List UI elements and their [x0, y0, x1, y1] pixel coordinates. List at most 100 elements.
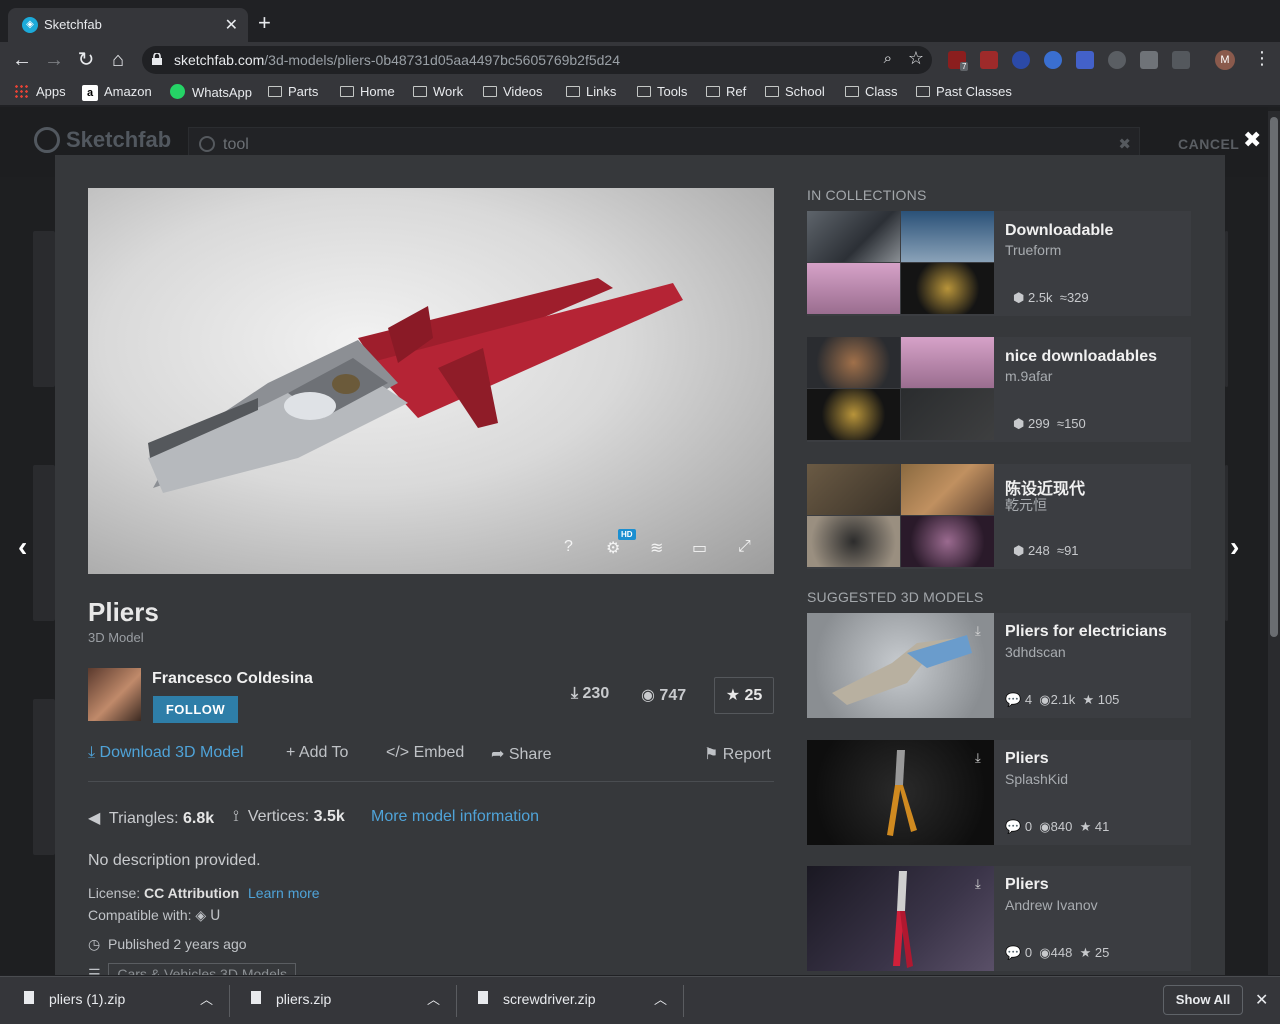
- collection-thumbnail: [901, 516, 994, 567]
- collection-follower-count: 329: [1066, 290, 1089, 305]
- report-button[interactable]: ⚑ Report: [704, 744, 771, 764]
- bookmark-videos[interactable]: Videos: [483, 84, 543, 99]
- suggested-model-card[interactable]: ⤓ Pliers for electricians 3dhdscan 💬 4 ◉…: [807, 613, 1191, 718]
- page-scrollbar[interactable]: [1268, 111, 1280, 975]
- bookmark-whatsapp[interactable]: WhatsApp: [170, 84, 252, 100]
- settings-gear-icon[interactable]: ⚙: [606, 538, 620, 558]
- extension-icon-8[interactable]: [1172, 51, 1190, 69]
- extension-icon-6[interactable]: [1108, 51, 1126, 69]
- cancel-search-button[interactable]: CANCEL: [1178, 136, 1239, 152]
- background-card: [1225, 231, 1228, 387]
- download-item[interactable]: pliers (1).zip ︿: [24, 985, 224, 1017]
- share-button[interactable]: ➦ Share: [491, 744, 552, 764]
- browser-menu-icon[interactable]: ⋮: [1253, 48, 1271, 69]
- home-icon[interactable]: ⌂: [106, 48, 130, 72]
- fullscreen-icon[interactable]: ⤢: [738, 538, 751, 556]
- bookmarks-bar: Apps a Amazon WhatsApp Parts Home Work Vi…: [0, 78, 1280, 106]
- background-card: [33, 699, 55, 855]
- compatible-label: Compatible with:: [88, 907, 192, 923]
- forward-icon[interactable]: →: [42, 48, 66, 72]
- view-count-value: 747: [659, 687, 687, 704]
- embed-button[interactable]: </> Embed: [386, 744, 464, 762]
- extension-icon-2[interactable]: [980, 51, 998, 69]
- browser-tab[interactable]: ◈ Sketchfab ✕: [8, 8, 248, 42]
- back-icon[interactable]: ←: [10, 48, 34, 72]
- help-icon[interactable]: ?: [564, 538, 573, 556]
- tab-close-icon[interactable]: ✕: [225, 15, 238, 35]
- bookmark-apps[interactable]: Apps: [14, 84, 66, 99]
- bookmark-links[interactable]: Links: [566, 84, 616, 99]
- layers-icon[interactable]: ≋: [650, 538, 663, 558]
- bookmark-home[interactable]: Home: [340, 84, 395, 99]
- bookmark-star-icon[interactable]: ☆: [908, 48, 924, 69]
- folder-icon: [340, 86, 354, 97]
- download-item[interactable]: pliers.zip ︿: [251, 985, 451, 1017]
- collection-card[interactable]: 陈设近现代 乾元恒 ⬢ 248 ≈91: [807, 464, 1191, 569]
- collection-card[interactable]: nice downloadables m.9afar ⬢ 299 ≈150: [807, 337, 1191, 442]
- camera-extension-icon[interactable]: [1140, 51, 1158, 69]
- star-icon: ★: [1082, 692, 1095, 707]
- show-all-downloads-button[interactable]: Show All: [1163, 985, 1243, 1015]
- bookmark-past-classes[interactable]: Past Classes: [916, 84, 1012, 99]
- embed-label: Embed: [413, 744, 465, 761]
- clear-search-icon[interactable]: ✖: [1118, 135, 1131, 153]
- model-type: 3D Model: [88, 630, 144, 645]
- url-host: sketchfab.com: [174, 52, 265, 68]
- suggested-model-card[interactable]: ⤓ Pliers SplashKid 💬 0 ◉840 ★ 41: [807, 740, 1191, 845]
- learn-more-link[interactable]: Learn more: [248, 885, 320, 901]
- next-model-arrow-icon[interactable]: ›: [1230, 531, 1239, 563]
- collection-thumbnail: [807, 389, 900, 440]
- suggested-model-card[interactable]: ⤓ Pliers Andrew Ivanov 💬 0 ◉448 ★ 25: [807, 866, 1191, 971]
- download-available-icon: ⤓: [975, 750, 981, 765]
- reload-icon[interactable]: ↻: [74, 48, 98, 72]
- chevron-up-icon[interactable]: ︿: [200, 989, 213, 1008]
- address-bar[interactable]: sketchfab.com/3d-models/pliers-0b48731d0…: [142, 46, 932, 74]
- bookmark-amazon[interactable]: a Amazon: [82, 84, 152, 101]
- scrollbar-thumb[interactable]: [1270, 117, 1278, 637]
- background-card: [1225, 465, 1228, 621]
- suggested-heading: SUGGESTED 3D MODELS: [807, 589, 984, 605]
- extension-icon-4[interactable]: [1044, 51, 1062, 69]
- vertices-label: Vertices:: [247, 808, 310, 825]
- bookmark-ref[interactable]: Ref: [706, 84, 746, 99]
- sketchfab-logo[interactable]: Sketchfab: [34, 127, 171, 153]
- eye-icon: ◉: [641, 687, 655, 704]
- chevron-up-icon[interactable]: ︿: [654, 989, 667, 1008]
- extension-icon-3[interactable]: [1012, 51, 1030, 69]
- collection-card[interactable]: Downloadable Trueform ⬢ 2.5k ≈329: [807, 211, 1191, 316]
- download-model-link[interactable]: ⤓ Download 3D Model: [88, 744, 244, 762]
- follow-button[interactable]: FOLLOW: [153, 696, 238, 723]
- add-to-button[interactable]: + Add To: [286, 744, 348, 762]
- vr-headset-icon[interactable]: ▭: [692, 538, 707, 558]
- extension-icon-5[interactable]: [1076, 51, 1094, 69]
- author-avatar[interactable]: [88, 668, 141, 721]
- bookmark-parts[interactable]: Parts: [268, 84, 318, 99]
- previous-model-arrow-icon[interactable]: ‹: [18, 531, 27, 563]
- 3d-model-viewer[interactable]: ? ⚙ HD ≋ ▭ ⤢: [88, 188, 774, 574]
- chevron-up-icon[interactable]: ︿: [427, 989, 440, 1008]
- category-tag[interactable]: Cars & Vehicles 3D Models: [108, 963, 296, 975]
- like-button[interactable]: ★ 25: [714, 677, 774, 714]
- bookmark-class[interactable]: Class: [845, 84, 898, 99]
- sketchfab-favicon-icon: ◈: [22, 17, 38, 33]
- zoom-icon[interactable]: ⌕: [884, 50, 892, 67]
- new-tab-button[interactable]: +: [258, 12, 271, 34]
- share-icon: ➦: [491, 746, 505, 763]
- flag-icon: ⚑: [704, 746, 719, 763]
- comment-count: 4: [1024, 692, 1033, 707]
- author-name[interactable]: Francesco Coldesina: [152, 670, 313, 688]
- bookmark-work[interactable]: Work: [413, 84, 463, 99]
- profile-avatar[interactable]: M: [1215, 50, 1235, 70]
- bookmark-school[interactable]: School: [765, 84, 825, 99]
- collection-thumbnail: [901, 263, 994, 314]
- amazon-icon: a: [82, 85, 98, 101]
- divider: [88, 781, 774, 782]
- more-model-info-link[interactable]: More model information: [371, 808, 539, 826]
- close-downloads-bar-icon[interactable]: ✕: [1255, 990, 1268, 1010]
- download-filename: pliers.zip: [276, 991, 332, 1007]
- download-item[interactable]: screwdriver.zip ︿: [478, 985, 678, 1017]
- close-modal-icon[interactable]: ✖: [1243, 127, 1261, 153]
- bookmark-tools[interactable]: Tools: [637, 84, 687, 99]
- suggested-author: Andrew Ivanov: [1005, 897, 1098, 913]
- background-card: [33, 231, 55, 387]
